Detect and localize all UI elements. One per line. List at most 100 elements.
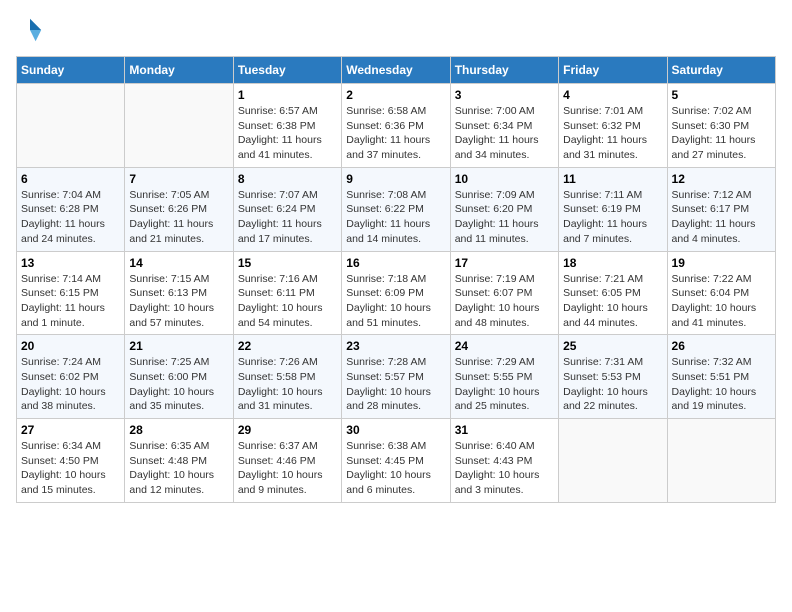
calendar-cell: 1 Sunrise: 6:57 AMSunset: 6:38 PMDaylight…	[233, 84, 341, 168]
day-number: 8	[238, 172, 337, 186]
day-number: 22	[238, 339, 337, 353]
day-info: Sunrise: 7:01 AMSunset: 6:32 PMDaylight:…	[563, 104, 662, 163]
day-info: Sunrise: 6:40 AMSunset: 4:43 PMDaylight:…	[455, 439, 554, 498]
calendar-week-2: 6Sunrise: 7:04 AMSunset: 6:28 PMDaylight…	[17, 167, 776, 251]
day-info: Sunrise: 7:16 AMSunset: 6:11 PMDaylight:…	[238, 272, 337, 331]
day-number: 13	[21, 256, 120, 270]
day-number: 29	[238, 423, 337, 437]
day-number: 15	[238, 256, 337, 270]
day-number: 23	[346, 339, 445, 353]
day-number: 25	[563, 339, 662, 353]
calendar-cell: 4 Sunrise: 7:01 AMSunset: 6:32 PMDaylight…	[559, 84, 667, 168]
day-number: 16	[346, 256, 445, 270]
day-number: 4	[563, 88, 662, 102]
day-number: 19	[672, 256, 771, 270]
calendar-cell: 16 Sunrise: 7:18 AMSunset: 6:09 PMDayligh…	[342, 251, 450, 335]
day-number: 26	[672, 339, 771, 353]
day-info: Sunrise: 7:18 AMSunset: 6:09 PMDaylight:…	[346, 272, 445, 331]
calendar-cell	[125, 84, 233, 168]
calendar-cell: 9Sunrise: 7:08 AMSunset: 6:22 PMDaylight…	[342, 167, 450, 251]
day-number: 31	[455, 423, 554, 437]
weekday-header-saturday: Saturday	[667, 57, 775, 84]
calendar-week-5: 27 Sunrise: 6:34 AMSunset: 4:50 PMDayligh…	[17, 419, 776, 503]
day-info: Sunrise: 7:26 AMSunset: 5:58 PMDaylight:…	[238, 355, 337, 414]
calendar-cell: 10 Sunrise: 7:09 AMSunset: 6:20 PMDayligh…	[450, 167, 558, 251]
calendar-week-3: 13 Sunrise: 7:14 AMSunset: 6:15 PMDayligh…	[17, 251, 776, 335]
calendar-week-4: 20 Sunrise: 7:24 AMSunset: 6:02 PMDayligh…	[17, 335, 776, 419]
day-info: Sunrise: 7:32 AMSunset: 5:51 PMDaylight:…	[672, 355, 771, 414]
calendar-cell: 31 Sunrise: 6:40 AMSunset: 4:43 PMDayligh…	[450, 419, 558, 503]
calendar-cell: 8 Sunrise: 7:07 AMSunset: 6:24 PMDaylight…	[233, 167, 341, 251]
calendar-cell: 28 Sunrise: 6:35 AMSunset: 4:48 PMDayligh…	[125, 419, 233, 503]
day-number: 30	[346, 423, 445, 437]
weekday-header-tuesday: Tuesday	[233, 57, 341, 84]
day-number: 5	[672, 88, 771, 102]
calendar-cell: 14 Sunrise: 7:15 AMSunset: 6:13 PMDayligh…	[125, 251, 233, 335]
day-number: 17	[455, 256, 554, 270]
day-number: 6	[21, 172, 120, 186]
calendar-table: SundayMondayTuesdayWednesdayThursdayFrid…	[16, 56, 776, 503]
calendar-cell: 30 Sunrise: 6:38 AMSunset: 4:45 PMDayligh…	[342, 419, 450, 503]
day-number: 10	[455, 172, 554, 186]
calendar-cell: 19 Sunrise: 7:22 AMSunset: 6:04 PMDayligh…	[667, 251, 775, 335]
calendar-cell: 12 Sunrise: 7:12 AMSunset: 6:17 PMDayligh…	[667, 167, 775, 251]
day-info: Sunrise: 6:57 AMSunset: 6:38 PMDaylight:…	[238, 104, 337, 163]
day-number: 27	[21, 423, 120, 437]
day-info: Sunrise: 7:12 AMSunset: 6:17 PMDaylight:…	[672, 188, 771, 247]
day-info: Sunrise: 7:07 AMSunset: 6:24 PMDaylight:…	[238, 188, 337, 247]
calendar-cell	[17, 84, 125, 168]
calendar-cell: 26 Sunrise: 7:32 AMSunset: 5:51 PMDayligh…	[667, 335, 775, 419]
day-number: 14	[129, 256, 228, 270]
weekday-header-row: SundayMondayTuesdayWednesdayThursdayFrid…	[17, 57, 776, 84]
calendar-cell: 13 Sunrise: 7:14 AMSunset: 6:15 PMDayligh…	[17, 251, 125, 335]
calendar-cell: 11Sunrise: 7:11 AMSunset: 6:19 PMDayligh…	[559, 167, 667, 251]
calendar-cell: 22 Sunrise: 7:26 AMSunset: 5:58 PMDayligh…	[233, 335, 341, 419]
day-info: Sunrise: 7:28 AMSunset: 5:57 PMDaylight:…	[346, 355, 445, 414]
day-info: Sunrise: 6:37 AMSunset: 4:46 PMDaylight:…	[238, 439, 337, 498]
calendar-cell: 21Sunrise: 7:25 AMSunset: 6:00 PMDayligh…	[125, 335, 233, 419]
logo	[16, 16, 48, 44]
day-info: Sunrise: 6:38 AMSunset: 4:45 PMDaylight:…	[346, 439, 445, 498]
day-number: 12	[672, 172, 771, 186]
calendar-cell: 5 Sunrise: 7:02 AMSunset: 6:30 PMDaylight…	[667, 84, 775, 168]
day-info: Sunrise: 6:35 AMSunset: 4:48 PMDaylight:…	[129, 439, 228, 498]
calendar-cell: 25Sunrise: 7:31 AMSunset: 5:53 PMDayligh…	[559, 335, 667, 419]
calendar-cell: 27 Sunrise: 6:34 AMSunset: 4:50 PMDayligh…	[17, 419, 125, 503]
day-info: Sunrise: 7:05 AMSunset: 6:26 PMDaylight:…	[129, 188, 228, 247]
weekday-header-thursday: Thursday	[450, 57, 558, 84]
day-number: 2	[346, 88, 445, 102]
day-info: Sunrise: 7:25 AMSunset: 6:00 PMDaylight:…	[129, 355, 228, 414]
day-info: Sunrise: 7:02 AMSunset: 6:30 PMDaylight:…	[672, 104, 771, 163]
day-info: Sunrise: 7:14 AMSunset: 6:15 PMDaylight:…	[21, 272, 120, 331]
page-header	[16, 16, 776, 44]
calendar-cell: 29 Sunrise: 6:37 AMSunset: 4:46 PMDayligh…	[233, 419, 341, 503]
day-number: 20	[21, 339, 120, 353]
day-info: Sunrise: 6:34 AMSunset: 4:50 PMDaylight:…	[21, 439, 120, 498]
calendar-cell: 23 Sunrise: 7:28 AMSunset: 5:57 PMDayligh…	[342, 335, 450, 419]
logo-icon	[16, 16, 44, 44]
calendar-cell: 6Sunrise: 7:04 AMSunset: 6:28 PMDaylight…	[17, 167, 125, 251]
day-info: Sunrise: 7:19 AMSunset: 6:07 PMDaylight:…	[455, 272, 554, 331]
day-number: 28	[129, 423, 228, 437]
calendar-cell	[559, 419, 667, 503]
day-info: Sunrise: 7:24 AMSunset: 6:02 PMDaylight:…	[21, 355, 120, 414]
day-number: 9	[346, 172, 445, 186]
day-info: Sunrise: 6:58 AMSunset: 6:36 PMDaylight:…	[346, 104, 445, 163]
day-info: Sunrise: 7:29 AMSunset: 5:55 PMDaylight:…	[455, 355, 554, 414]
day-number: 7	[129, 172, 228, 186]
day-info: Sunrise: 7:22 AMSunset: 6:04 PMDaylight:…	[672, 272, 771, 331]
calendar-cell: 2 Sunrise: 6:58 AMSunset: 6:36 PMDaylight…	[342, 84, 450, 168]
day-number: 24	[455, 339, 554, 353]
day-number: 18	[563, 256, 662, 270]
day-number: 3	[455, 88, 554, 102]
weekday-header-wednesday: Wednesday	[342, 57, 450, 84]
day-info: Sunrise: 7:09 AMSunset: 6:20 PMDaylight:…	[455, 188, 554, 247]
calendar-cell: 7 Sunrise: 7:05 AMSunset: 6:26 PMDaylight…	[125, 167, 233, 251]
day-info: Sunrise: 7:00 AMSunset: 6:34 PMDaylight:…	[455, 104, 554, 163]
day-number: 1	[238, 88, 337, 102]
calendar-cell: 17 Sunrise: 7:19 AMSunset: 6:07 PMDayligh…	[450, 251, 558, 335]
calendar-cell: 15 Sunrise: 7:16 AMSunset: 6:11 PMDayligh…	[233, 251, 341, 335]
day-info: Sunrise: 7:21 AMSunset: 6:05 PMDaylight:…	[563, 272, 662, 331]
day-info: Sunrise: 7:15 AMSunset: 6:13 PMDaylight:…	[129, 272, 228, 331]
calendar-cell: 3 Sunrise: 7:00 AMSunset: 6:34 PMDaylight…	[450, 84, 558, 168]
